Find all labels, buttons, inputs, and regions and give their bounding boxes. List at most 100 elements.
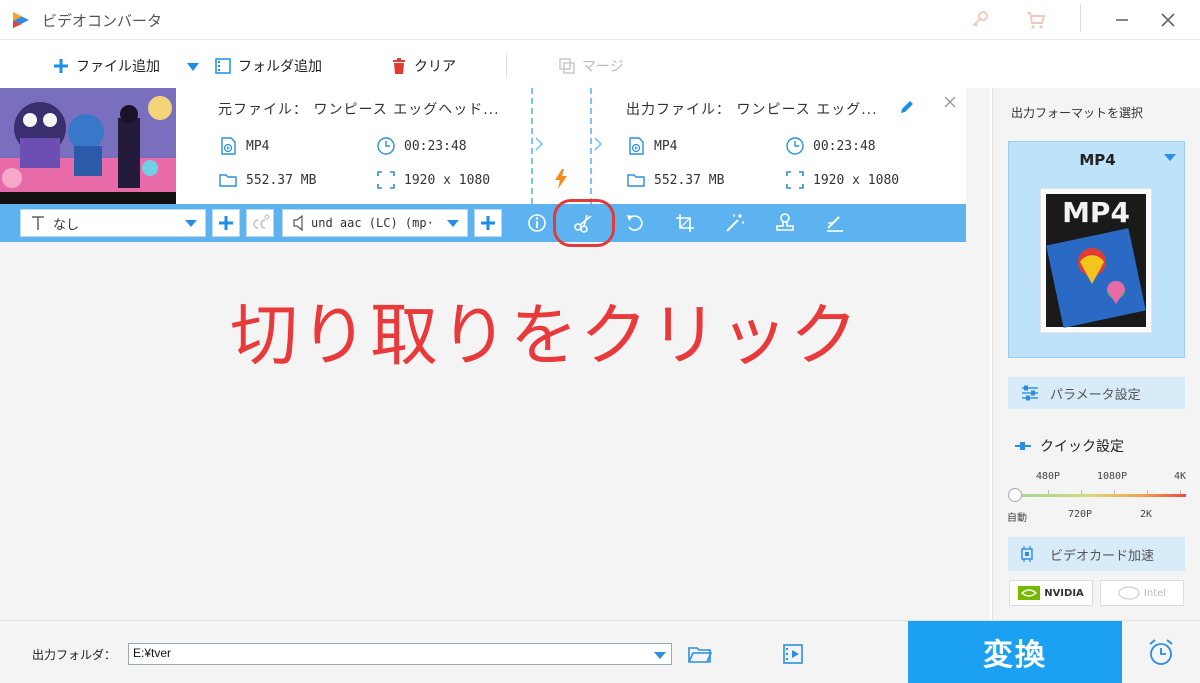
source-duration-value: 00:23:48 xyxy=(404,138,467,154)
nvidia-label: NVIDIA xyxy=(1044,587,1084,599)
info-button[interactable] xyxy=(524,210,550,236)
quality-label-480p: 480P xyxy=(1036,471,1061,482)
magic-wand-icon xyxy=(726,214,744,232)
audio-track-select[interactable]: und aac (LC) (mp· xyxy=(282,209,468,237)
subtitle-select[interactable]: なし xyxy=(20,209,206,237)
add-file-dropdown-icon[interactable] xyxy=(186,62,200,72)
plus-icon xyxy=(219,216,233,230)
convert-button[interactable]: 変換 xyxy=(908,621,1122,683)
titlebar-divider xyxy=(1080,4,1081,32)
merge-label: マージ xyxy=(582,59,624,75)
edit-toolbar: なし und aac (LC) (mp· xyxy=(0,204,966,242)
close-icon[interactable] xyxy=(1156,8,1180,32)
clear-label: クリア xyxy=(414,59,456,75)
add-file-label: ファイル追加 xyxy=(76,59,160,75)
output-format-value: MP4 xyxy=(654,138,678,154)
gpu-acceleration-button[interactable]: ビデオカード加速 xyxy=(1008,537,1185,571)
source-format: MP4 xyxy=(218,136,269,156)
trash-icon xyxy=(393,58,405,74)
crop-button[interactable] xyxy=(672,210,698,236)
chevron-down-icon xyxy=(447,220,459,227)
text-icon xyxy=(32,216,44,230)
folder-icon xyxy=(219,174,237,187)
app-title: ビデオコンバータ xyxy=(42,12,163,30)
remove-file-icon[interactable] xyxy=(942,94,958,110)
video-thumbnail[interactable] xyxy=(0,88,176,204)
nvidia-toggle[interactable]: NVIDIA xyxy=(1009,580,1093,606)
output-format: MP4 xyxy=(626,136,677,156)
output-folder-input[interactable]: E:¥tver xyxy=(128,643,672,665)
plus-icon xyxy=(481,216,495,230)
quality-slider-thumb[interactable] xyxy=(1008,488,1022,502)
clear-button[interactable]: クリア xyxy=(390,54,456,78)
merge-button[interactable]: マージ xyxy=(558,54,624,78)
open-folder-icon[interactable] xyxy=(688,644,712,664)
cc-settings-icon xyxy=(253,214,270,229)
output-folder-dropdown-icon[interactable] xyxy=(654,652,666,659)
quick-settings-label: クイック設定 xyxy=(1040,439,1124,455)
chevron-right-icon xyxy=(594,137,603,151)
source-file-label: 元ファイル： ワンピース エッグヘッド... xyxy=(218,102,500,118)
parameter-settings-label: パラメータ設定 xyxy=(1050,387,1141,403)
annotation-text: 切り取りをクリック xyxy=(230,297,861,376)
key-icon[interactable] xyxy=(968,8,992,32)
lightning-icon xyxy=(555,169,567,189)
output-size: 552.37 MB xyxy=(626,170,724,190)
clock-icon xyxy=(786,137,804,155)
source-format-value: MP4 xyxy=(246,138,270,154)
divider-right xyxy=(590,88,592,204)
edit-output-name-icon[interactable] xyxy=(898,98,916,116)
chevron-down-icon xyxy=(1164,154,1176,161)
mp4-badge-text: MP4 xyxy=(1062,196,1130,229)
chevron-down-icon xyxy=(185,220,197,227)
intel-toggle[interactable]: Intel xyxy=(1100,580,1184,606)
mp4-format-icon: MP4 xyxy=(1040,188,1152,333)
add-audio-button[interactable] xyxy=(474,209,502,237)
add-file-button[interactable]: ファイル追加 xyxy=(52,54,160,78)
toolbar-divider xyxy=(506,54,507,78)
sliders-icon xyxy=(1022,385,1038,401)
source-size: 552.37 MB xyxy=(218,170,316,190)
clock-icon xyxy=(377,137,395,155)
file-card: 元ファイル： ワンピース エッグヘッド... MP4 00:23:48 552.… xyxy=(0,88,966,242)
resolution-icon xyxy=(786,171,804,189)
output-format-title: 出力フォーマットを選択 xyxy=(1011,106,1144,120)
merge-icon xyxy=(559,58,575,74)
divider-left xyxy=(531,88,533,204)
gpu-acceleration-label: ビデオカード加速 xyxy=(1050,548,1155,564)
app-logo-icon xyxy=(13,12,29,28)
quality-slider-track[interactable] xyxy=(1014,494,1186,497)
output-duration: 00:23:48 xyxy=(785,136,876,156)
output-duration-value: 00:23:48 xyxy=(813,138,876,154)
stamp-icon xyxy=(776,213,794,231)
watermark-button[interactable] xyxy=(772,210,798,236)
subtitle-select-value: なし xyxy=(53,217,80,233)
speaker-icon xyxy=(293,215,303,231)
subtitle-settings-button[interactable] xyxy=(246,209,274,237)
quality-label-auto: 自動 xyxy=(1007,513,1027,524)
folder-icon xyxy=(627,174,645,187)
subtitle-edit-button[interactable] xyxy=(822,210,848,236)
nvidia-logo-icon xyxy=(1018,586,1041,600)
minimize-icon[interactable] xyxy=(1110,8,1134,32)
effects-button[interactable] xyxy=(722,210,748,236)
add-subtitle-button[interactable] xyxy=(212,209,240,237)
info-icon xyxy=(528,214,546,232)
output-format-card[interactable]: MP4 MP4 xyxy=(1008,141,1185,358)
source-resolution-value: 1920 x 1080 xyxy=(404,172,491,188)
output-resolution: 1920 x 1080 xyxy=(785,170,899,190)
add-folder-button[interactable]: フォルダ追加 xyxy=(214,54,322,78)
add-folder-label: フォルダ追加 xyxy=(238,59,322,75)
rotate-button[interactable] xyxy=(622,210,648,236)
alarm-clock-icon[interactable] xyxy=(1146,638,1176,668)
cart-icon[interactable] xyxy=(1024,8,1048,32)
video-file-icon xyxy=(221,137,236,155)
folder-film-icon xyxy=(215,58,231,74)
chip-icon xyxy=(1021,546,1033,562)
rotate-icon xyxy=(627,215,643,231)
output-preview-icon[interactable] xyxy=(782,643,806,665)
plus-icon xyxy=(54,59,68,73)
video-file-icon xyxy=(629,137,644,155)
output-folder-label: 出力フォルダ： xyxy=(32,648,117,662)
parameter-settings-button[interactable]: パラメータ設定 xyxy=(1008,377,1185,409)
